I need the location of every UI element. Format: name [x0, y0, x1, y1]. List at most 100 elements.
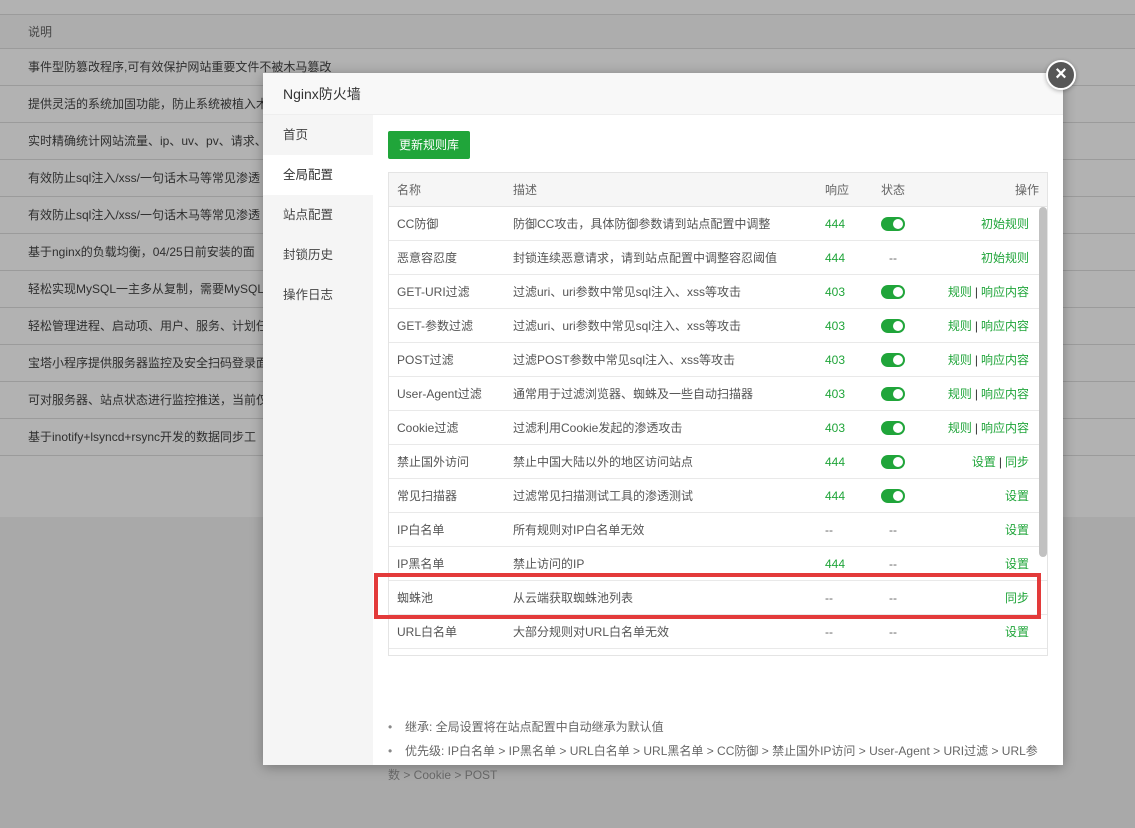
- ops-link[interactable]: 同步: [1005, 591, 1029, 605]
- table-row: 蜘蛛池 从云端获取蜘蛛池列表 -- -- 同步: [389, 581, 1047, 615]
- table-row: IP黑名单 禁止访问的IP 444 -- 设置: [389, 547, 1047, 581]
- status-toggle[interactable]: [881, 455, 905, 469]
- status-toggle[interactable]: [881, 285, 905, 299]
- ops-link[interactable]: 设置: [972, 455, 996, 469]
- ops-link[interactable]: 设置: [1005, 557, 1029, 571]
- ops-link[interactable]: 规则: [948, 353, 972, 367]
- ops-link[interactable]: 响应内容: [981, 421, 1029, 435]
- sidebar-item-1[interactable]: 全局配置: [263, 155, 373, 195]
- status-toggle[interactable]: [881, 489, 905, 503]
- sidebar-item-0[interactable]: 首页: [263, 115, 373, 155]
- ops-link[interactable]: 响应内容: [981, 353, 1029, 367]
- rule-response: 403: [825, 319, 846, 333]
- rule-response: 403: [825, 421, 846, 435]
- rule-desc: 所有规则对IP白名单无效: [513, 523, 645, 537]
- ops-link[interactable]: 规则: [948, 387, 972, 401]
- rule-name: IP白名单: [397, 523, 445, 537]
- ops-separator: |: [974, 285, 978, 299]
- rule-status: --: [889, 251, 897, 265]
- bullet-icon: •: [388, 720, 393, 734]
- ops-link[interactable]: 规则: [948, 285, 972, 299]
- rule-response: 444: [825, 489, 846, 503]
- ops-link[interactable]: 同步: [1005, 455, 1029, 469]
- table-row: POST过滤 过滤POST参数中常见sql注入、xss等攻击 403 规则 | 响应内容: [389, 343, 1047, 377]
- rule-desc: 通常用于过滤浏览器、蜘蛛及一些自动扫描器: [513, 387, 754, 401]
- ops-link[interactable]: 设置: [1005, 625, 1029, 639]
- status-toggle[interactable]: [881, 319, 905, 333]
- ops-link[interactable]: 设置: [1005, 523, 1029, 537]
- modal-content: 更新规则库 名称 描述 响应 状态 操作 CC防御 防御CC攻击，具体防御参数请到…: [373, 115, 1063, 782]
- ops-link[interactable]: 设置: [1005, 489, 1029, 503]
- status-toggle[interactable]: [881, 387, 905, 401]
- ops-separator: |: [998, 455, 1002, 469]
- rule-ops: 设置: [1005, 615, 1029, 649]
- rule-response: 444: [825, 251, 846, 265]
- rule-desc: 禁止中国大陆以外的地区访问站点: [513, 455, 694, 469]
- rule-response: 403: [825, 285, 846, 299]
- ops-link[interactable]: 初始规则: [981, 217, 1029, 231]
- rule-name: 恶意容忍度: [397, 251, 458, 265]
- update-rules-button[interactable]: 更新规则库: [388, 131, 471, 159]
- ops-separator: |: [974, 319, 978, 333]
- rule-desc: 禁止访问的IP: [513, 557, 585, 571]
- rule-desc: 过滤uri、uri参数中常见sql注入、xss等攻击: [513, 319, 742, 333]
- rule-desc: 过滤POST参数中常见sql注入、xss等攻击: [513, 353, 736, 367]
- rule-desc: 大部分规则对URL白名单无效: [513, 625, 670, 639]
- rule-name: URL白名单: [397, 625, 458, 639]
- rules-table: 名称 描述 响应 状态 操作 CC防御 防御CC攻击，具体防御参数请到站点配置中调…: [388, 172, 1048, 656]
- header-response: 响应: [825, 183, 850, 197]
- status-toggle[interactable]: [881, 217, 905, 231]
- note-item: • 优先级: IP白名单 > IP黑名单 > URL白名单 > URL黑名单 > …: [388, 739, 1048, 787]
- ops-separator: |: [974, 421, 978, 435]
- status-toggle[interactable]: [881, 421, 905, 435]
- ops-link[interactable]: 响应内容: [981, 285, 1029, 299]
- rule-response: --: [825, 523, 833, 537]
- rules-table-body: CC防御 防御CC攻击，具体防御参数请到站点配置中调整 444 初始规则 恶意容忍度 封锁…: [389, 207, 1047, 649]
- ops-link[interactable]: 响应内容: [981, 319, 1029, 333]
- rule-name: 常见扫描器: [397, 489, 458, 503]
- close-icon[interactable]: ×: [1046, 60, 1076, 90]
- rule-response: 444: [825, 557, 846, 571]
- rule-response: --: [825, 591, 833, 605]
- rule-status: --: [889, 557, 897, 571]
- ops-link[interactable]: 规则: [948, 421, 972, 435]
- ops-link[interactable]: 初始规则: [981, 251, 1029, 265]
- note-text: 继承: 全局设置将在站点配置中自动继承为默认值: [405, 720, 664, 734]
- table-row: User-Agent过滤 通常用于过滤浏览器、蜘蛛及一些自动扫描器 403 规则 | 响应…: [389, 377, 1047, 411]
- bullet-icon: •: [388, 744, 393, 758]
- rule-response: 444: [825, 217, 846, 231]
- rule-desc: 从云端获取蜘蛛池列表: [513, 591, 634, 605]
- header-name: 名称: [397, 183, 422, 197]
- table-row: GET-URI过滤 过滤uri、uri参数中常见sql注入、xss等攻击 403 规则…: [389, 275, 1047, 309]
- table-row: Cookie过滤 过滤利用Cookie发起的渗透攻击 403 规则 | 响应内容: [389, 411, 1047, 445]
- rule-ops: 规则 | 响应内容: [948, 275, 1029, 309]
- rule-name: 蜘蛛池: [397, 591, 434, 605]
- rule-desc: 过滤uri、uri参数中常见sql注入、xss等攻击: [513, 285, 742, 299]
- note-item: • 继承: 全局设置将在站点配置中自动继承为默认值: [388, 715, 1048, 739]
- note-text: 优先级: IP白名单 > IP黑名单 > URL白名单 > URL黑名单 > C…: [388, 744, 1038, 782]
- sidebar-item-2[interactable]: 站点配置: [263, 195, 373, 235]
- table-row: IP白名单 所有规则对IP白名单无效 -- -- 设置: [389, 513, 1047, 547]
- rule-name: 禁止国外访问: [397, 455, 470, 469]
- rule-response: 403: [825, 353, 846, 367]
- rule-ops: 规则 | 响应内容: [948, 377, 1029, 411]
- sidebar-item-4[interactable]: 操作日志: [263, 275, 373, 315]
- rule-name: GET-参数过滤: [397, 319, 474, 333]
- table-scrollbar[interactable]: [1039, 207, 1047, 557]
- rule-name: Cookie过滤: [397, 421, 459, 435]
- modal-title: Nginx防火墙: [263, 73, 1063, 115]
- rule-desc: 过滤常见扫描测试工具的渗透测试: [513, 489, 694, 503]
- rule-name: IP黑名单: [397, 557, 445, 571]
- header-status: 状态: [881, 183, 906, 197]
- rule-name: User-Agent过滤: [397, 387, 482, 401]
- rule-ops: 初始规则: [981, 241, 1029, 275]
- ops-link[interactable]: 响应内容: [981, 387, 1029, 401]
- rule-name: CC防御: [397, 217, 439, 231]
- rule-ops: 规则 | 响应内容: [948, 309, 1029, 343]
- ops-link[interactable]: 规则: [948, 319, 972, 333]
- rule-ops: 初始规则: [981, 207, 1029, 241]
- sidebar-item-3[interactable]: 封锁历史: [263, 235, 373, 275]
- table-row: 常见扫描器 过滤常见扫描测试工具的渗透测试 444 设置: [389, 479, 1047, 513]
- rule-ops: 规则 | 响应内容: [948, 343, 1029, 377]
- status-toggle[interactable]: [881, 353, 905, 367]
